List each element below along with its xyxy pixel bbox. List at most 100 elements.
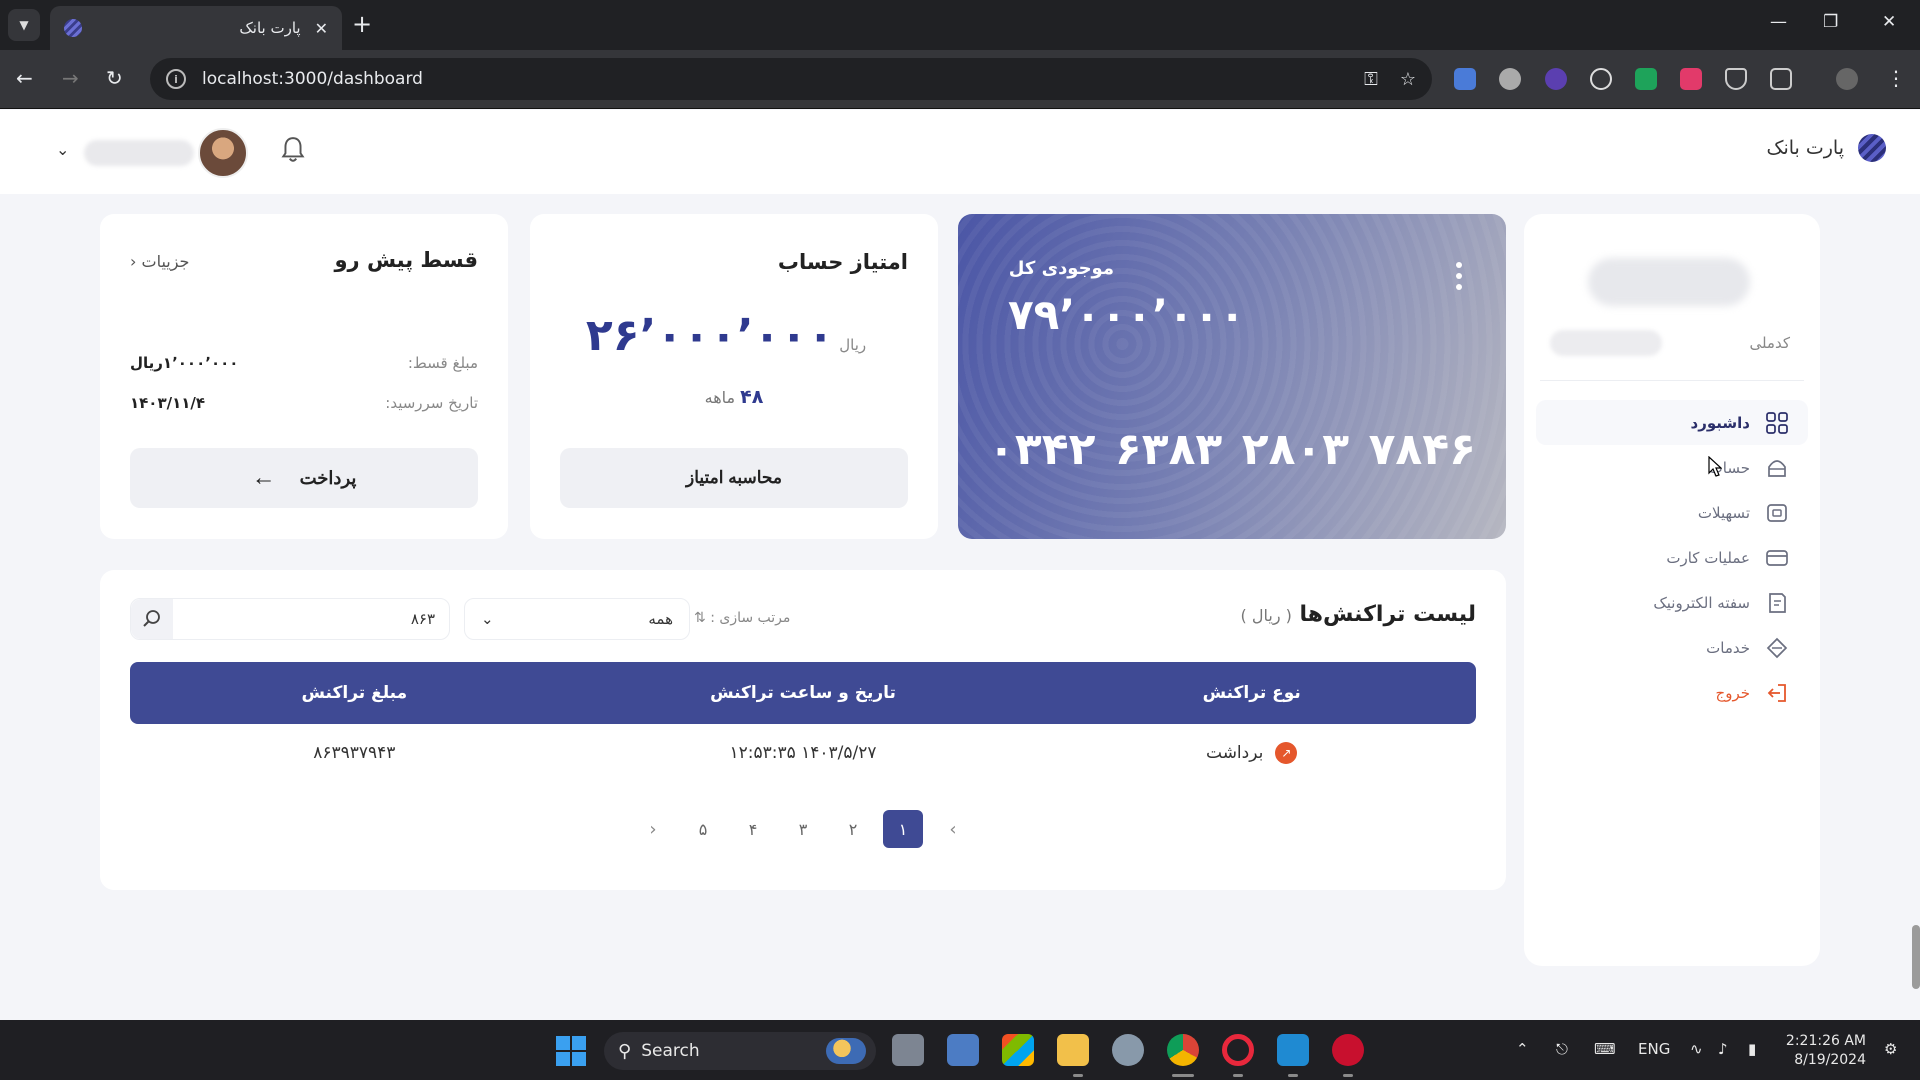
page-button-4[interactable]: ۴	[733, 810, 773, 848]
taskbar-search[interactable]: ⚲ Search	[604, 1032, 876, 1070]
page-button-1[interactable]: ۱	[883, 810, 923, 848]
brand[interactable]: پارت بانک	[1766, 134, 1886, 162]
close-tab-icon[interactable]: ✕	[315, 19, 328, 38]
password-key-icon[interactable]: ⚿	[1364, 69, 1378, 90]
address-bar[interactable]: i localhost:3000/dashboard ⚿ ☆	[150, 58, 1432, 100]
tab-search-button[interactable]: ▼	[8, 9, 40, 41]
vscode-icon[interactable]	[1277, 1034, 1309, 1066]
windows-start-icon[interactable]	[556, 1036, 586, 1066]
volume-icon[interactable]: ♪	[1718, 1040, 1728, 1058]
page-button-3[interactable]: ۳	[783, 810, 823, 848]
search-input[interactable]: ۸۶۳	[130, 598, 450, 640]
bell-icon[interactable]	[280, 136, 306, 164]
sidebar-item-label: داشبورد	[1690, 413, 1750, 432]
more-options-icon[interactable]	[1456, 262, 1462, 290]
running-indicator	[1343, 1074, 1353, 1077]
balance-card: موجودی کل ۷۹٬۰۰۰٬۰۰۰ ۷۸۴۶ ۲۸۰۳ ۶۳۸۳ ۰۳۴۲	[958, 214, 1506, 539]
divider	[1540, 380, 1804, 381]
chevron-up-icon[interactable]: ⌃	[1516, 1040, 1529, 1058]
react-devtools-icon[interactable]	[1590, 68, 1612, 90]
chrome-icon[interactable]	[1167, 1034, 1199, 1066]
restore-button[interactable]: ❐	[1823, 12, 1838, 32]
browser-menu-icon[interactable]: ⋮	[1886, 66, 1906, 90]
clock-time: 2:21:26 AM	[1785, 1033, 1866, 1049]
loan-icon	[1764, 500, 1790, 526]
dashboard-page: پارت بانک ⌄ کدملی داشبورد حساب تسهیلات ع…	[0, 110, 1920, 1020]
national-code-label: کدملی	[1749, 334, 1790, 352]
green-extension-icon[interactable]	[1635, 68, 1657, 90]
translate-extension-icon[interactable]	[1454, 68, 1476, 90]
next-page-arrow-icon[interactable]: ›	[933, 810, 973, 848]
sidebar-item-account[interactable]: حساب	[1536, 445, 1808, 490]
settings-gear-icon[interactable]	[1112, 1034, 1144, 1066]
calculate-score-button[interactable]: محاسبه امتیاز	[560, 448, 908, 508]
keyboard-icon[interactable]: ⌨	[1594, 1040, 1616, 1058]
details-link[interactable]: جزییات ‹	[130, 252, 189, 271]
browser-tab[interactable]: پارت بانک ✕	[50, 6, 342, 50]
months-value: ۴۸	[740, 386, 764, 408]
notifications-icon[interactable]: ⚙	[1884, 1040, 1897, 1058]
wifi-icon[interactable]: ∿	[1690, 1040, 1703, 1058]
file-explorer-icon[interactable]	[1057, 1034, 1089, 1066]
brand-name: پارت بانک	[1766, 137, 1844, 159]
close-window-button[interactable]: ✕	[1882, 12, 1896, 32]
upcoming-installment-card: قسط پیش رو جزییات ‹ مبلغ قسط: ۱٬۰۰۰٬۰۰۰ر…	[100, 214, 508, 539]
red-extension-icon[interactable]	[1680, 68, 1702, 90]
balance-label: موجودی کل	[1008, 258, 1114, 279]
sidebar-item-services[interactable]: خدمات	[1536, 625, 1808, 670]
chevron-left-icon: ‹	[130, 252, 137, 271]
browser-tab-bar: ▼ پارت بانک ✕ + — ❐ ✕	[0, 0, 1920, 50]
sidebar-item-loans[interactable]: تسهیلات	[1536, 490, 1808, 535]
bookmark-star-icon[interactable]: ☆	[1400, 69, 1416, 90]
filter-select[interactable]: ⌄ همه	[464, 598, 690, 640]
extensions-puzzle-icon[interactable]	[1770, 68, 1792, 90]
installment-due-row: تاریخ سررسید: ۱۴۰۳/۱۱/۴	[130, 394, 478, 412]
forward-button[interactable]: →	[62, 66, 79, 90]
sidebar-item-label: خروج	[1715, 683, 1750, 702]
score-title: امتیاز حساب	[777, 250, 908, 274]
extension-badge-icon[interactable]	[1545, 68, 1567, 90]
page-button-5[interactable]: ۵	[683, 810, 723, 848]
search-icon[interactable]	[131, 599, 173, 639]
tab-title: پارت بانک	[239, 19, 301, 37]
page-scrollbar[interactable]	[1912, 925, 1920, 989]
back-button[interactable]: ←	[16, 66, 33, 90]
sort-label[interactable]: مرتب سازی : ⇅	[694, 610, 790, 626]
sidebar-item-logout[interactable]: خروج	[1536, 670, 1808, 715]
minimize-button[interactable]: —	[1770, 12, 1787, 32]
search-icon: ⚲	[618, 1040, 632, 1062]
microphone-icon[interactable]: ⎋	[1556, 1040, 1568, 1058]
camera-extension-icon[interactable]	[1499, 68, 1521, 90]
due-date-label: تاریخ سررسید:	[385, 394, 478, 412]
page-button-2[interactable]: ۲	[833, 810, 873, 848]
taskbar-clock[interactable]: 2:21:26 AM 8/19/2024	[1786, 1032, 1866, 1070]
new-tab-button[interactable]: +	[352, 10, 372, 38]
battery-icon[interactable]: ▮	[1748, 1040, 1756, 1058]
sidebar-item-card-operations[interactable]: عملیات کارت	[1536, 535, 1808, 580]
balance-amount: ۷۹٬۰۰۰٬۰۰۰	[1008, 290, 1245, 339]
pay-button[interactable]: پرداخت ←	[130, 448, 478, 508]
table-row[interactable]: ↗ برداشت ۱۴۰۳/۵/۲۷ ۱۲:۵۳:۳۵ ۸۶۳۹۳۷۹۴۳	[130, 724, 1476, 782]
opera-icon[interactable]	[1222, 1034, 1254, 1066]
arrow-left-icon: ←	[251, 464, 276, 491]
photos-app-icon[interactable]	[947, 1034, 979, 1066]
dashboard-icon	[1764, 410, 1790, 436]
site-info-icon[interactable]: i	[166, 69, 186, 89]
due-date-value: ۱۴۰۳/۱۱/۴	[130, 394, 206, 412]
screen-recorder-icon[interactable]	[1332, 1034, 1364, 1066]
filter-value: همه	[648, 610, 673, 628]
prev-page-arrow-icon[interactable]: ‹	[633, 810, 673, 848]
windows-taskbar: ⚲ Search ⌃ ⎋ ⌨ ENG ∿ ♪ ▮ 2:21:26 AM 8/19…	[0, 1020, 1920, 1080]
shield-extension-icon[interactable]	[1725, 68, 1747, 90]
chevron-down-icon[interactable]: ⌄	[56, 140, 69, 159]
table-header: نوع تراکنش تاریخ و ساعت تراکنش مبلغ تراک…	[130, 662, 1476, 724]
score-unit: ریال	[839, 336, 867, 354]
reload-button[interactable]: ↻	[106, 66, 123, 90]
sidebar-item-dashboard[interactable]: داشبورد	[1536, 400, 1808, 445]
task-view-icon[interactable]	[892, 1034, 924, 1066]
profile-icon[interactable]	[1836, 68, 1858, 90]
sidebar-item-e-promissory[interactable]: سفته الکترونیک	[1536, 580, 1808, 625]
microsoft-store-icon[interactable]	[1002, 1034, 1034, 1066]
user-avatar[interactable]	[198, 128, 248, 178]
language-indicator[interactable]: ENG	[1638, 1040, 1670, 1058]
